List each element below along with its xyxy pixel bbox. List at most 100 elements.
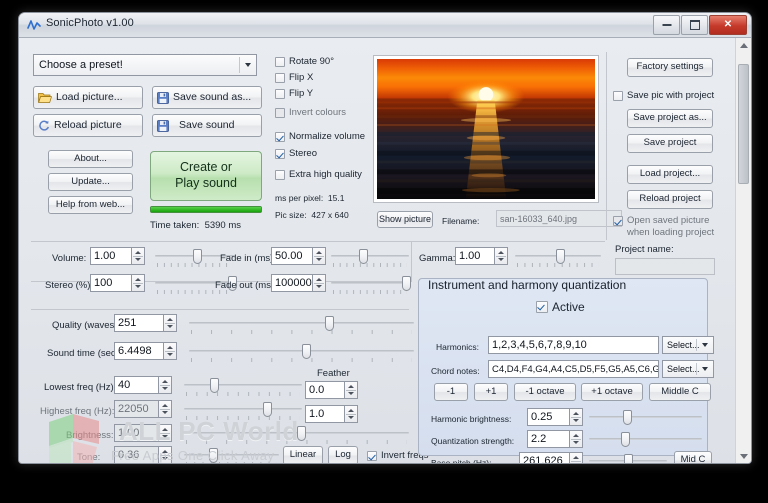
maximize-button[interactable] <box>681 15 708 35</box>
checkbox-open-saved-picture[interactable]: Open saved picture when loading project <box>613 215 717 238</box>
highest-freq-stepper[interactable] <box>159 400 172 418</box>
stereo-input[interactable]: 100 <box>90 274 132 292</box>
fade-in-stepper[interactable] <box>313 247 326 265</box>
harmonics-input[interactable]: 1,2,3,4,5,6,7,8,9,10 <box>488 336 659 354</box>
load-project-button[interactable]: Load project... <box>627 165 713 184</box>
fade-in-input[interactable]: 50.00 <box>271 247 313 265</box>
window-controls: ✕ <box>653 15 747 35</box>
feather-top-input[interactable]: 0.0 <box>305 381 345 399</box>
reload-picture-button[interactable]: Reload picture <box>33 114 143 137</box>
linear-label: Linear <box>290 450 316 461</box>
save-project-as-button[interactable]: Save project as... <box>627 109 713 128</box>
harmonic-brightness-stepper[interactable] <box>570 408 583 426</box>
tone-slider[interactable] <box>184 447 279 464</box>
factory-settings-button[interactable]: Factory settings <box>627 58 713 77</box>
save-sound-button[interactable]: Save sound <box>152 114 262 137</box>
progress-bar <box>150 206 262 213</box>
folder-open-icon <box>38 92 52 104</box>
plus-1-octave-button[interactable]: +1 octave <box>581 383 643 401</box>
vertical-scrollbar[interactable] <box>735 38 751 464</box>
scroll-up-arrow-icon <box>740 43 748 48</box>
stereo-stepper[interactable] <box>132 274 145 292</box>
minimize-button[interactable] <box>653 15 680 35</box>
quality-input[interactable]: 251 <box>114 314 164 332</box>
brightness-slider[interactable] <box>184 425 409 445</box>
checkbox-invert-colours[interactable]: Invert colours <box>275 107 346 118</box>
lowest-freq-stepper[interactable] <box>159 376 172 394</box>
load-picture-button[interactable]: Load picture... <box>33 86 143 109</box>
help-from-web-button[interactable]: Help from web... <box>48 196 133 214</box>
quantization-strength-slider[interactable] <box>589 431 702 451</box>
checkbox-extra-high-quality[interactable]: Extra high quality <box>275 169 362 180</box>
volume-input[interactable]: 1.00 <box>90 247 132 265</box>
checkbox-save-pic-with-project[interactable]: Save pic with project <box>613 90 714 101</box>
save-sound-as-button[interactable]: Save sound as... <box>152 86 262 109</box>
quality-stepper[interactable] <box>164 314 177 332</box>
tone-stepper[interactable] <box>159 446 172 464</box>
sound-time-input[interactable]: 6.4498 <box>114 342 164 360</box>
about-button[interactable]: About... <box>48 150 133 168</box>
reload-project-button[interactable]: Reload project <box>627 190 713 209</box>
gamma-slider[interactable] <box>515 248 601 268</box>
checkbox-flip-x[interactable]: Flip X <box>275 72 313 83</box>
gamma-stepper[interactable] <box>495 247 508 265</box>
preset-combobox[interactable]: Choose a preset! <box>33 54 257 76</box>
highest-freq-input[interactable]: 22050 <box>114 400 159 418</box>
lowest-freq-slider[interactable] <box>184 377 302 397</box>
checkbox-active[interactable]: Active <box>536 300 585 314</box>
lowest-freq-input[interactable]: 40 <box>114 376 159 394</box>
brightness-input[interactable]: 1.00 <box>114 424 159 442</box>
checkbox-stereo[interactable]: Stereo <box>275 148 317 159</box>
sound-time-stepper[interactable] <box>164 342 177 360</box>
log-button[interactable]: Log <box>328 446 358 464</box>
base-pitch-input[interactable]: 261.626 <box>519 452 570 464</box>
base-pitch-slider[interactable] <box>589 453 667 464</box>
harmonics-select-combobox[interactable]: Select... <box>662 336 714 354</box>
octave-minus-1-button[interactable]: -1 <box>434 383 468 401</box>
harmonic-brightness-input[interactable]: 0.25 <box>527 408 570 426</box>
feather-top-stepper[interactable] <box>345 381 358 399</box>
update-button[interactable]: Update... <box>48 173 133 191</box>
quantization-strength-stepper[interactable] <box>570 430 583 448</box>
quality-slider[interactable] <box>189 315 414 335</box>
filename-value: san-16033_640.jpg <box>496 210 622 227</box>
title-bar[interactable]: SonicPhoto v1.00 ✕ <box>19 13 751 38</box>
show-picture-button[interactable]: Show picture <box>377 211 433 228</box>
feather-bottom-input[interactable]: 1.0 <box>305 405 345 423</box>
quantization-strength-input[interactable]: 2.2 <box>527 430 570 448</box>
tone-input[interactable]: 0.36 <box>114 446 159 464</box>
octave-plus-1-button[interactable]: +1 <box>474 383 508 401</box>
sound-time-slider[interactable] <box>189 343 414 363</box>
scroll-down-arrow-icon <box>740 454 748 459</box>
scrollbar-thumb[interactable] <box>738 64 749 184</box>
feather-bottom-stepper[interactable] <box>345 405 358 423</box>
linear-button[interactable]: Linear <box>283 446 323 464</box>
fade-in-slider[interactable] <box>331 248 409 268</box>
checkbox-normalize-volume[interactable]: Normalize volume <box>275 131 365 142</box>
mid-c-button[interactable]: Mid C <box>674 451 712 464</box>
chord-notes-select-combobox[interactable]: Select... <box>662 360 714 378</box>
gamma-input[interactable]: 1.00 <box>455 247 495 265</box>
divider-4 <box>411 242 412 282</box>
checkbox-rotate-90[interactable]: Rotate 90° <box>275 56 334 67</box>
highest-freq-slider[interactable] <box>184 401 302 421</box>
project-name-input[interactable] <box>615 258 715 275</box>
save-project-button[interactable]: Save project <box>627 134 713 153</box>
volume-stepper[interactable] <box>132 247 145 265</box>
picture-preview[interactable] <box>373 55 599 203</box>
close-button[interactable]: ✕ <box>709 15 747 35</box>
middle-c-button[interactable]: Middle C <box>649 383 711 401</box>
fade-out-stepper[interactable] <box>313 274 326 292</box>
instrument-group-title: Instrument and harmony quantization <box>428 278 626 292</box>
help-from-web-label: Help from web... <box>56 200 125 211</box>
brightness-stepper[interactable] <box>159 424 172 442</box>
base-pitch-label: Base pitch (Hz): <box>431 458 491 464</box>
checkbox-flip-y[interactable]: Flip Y <box>275 88 313 99</box>
fade-out-input[interactable]: 100000 <box>271 274 313 292</box>
create-or-play-sound-button[interactable]: Create or Play sound <box>150 151 262 201</box>
harmonic-brightness-slider[interactable] <box>589 409 702 429</box>
fade-out-slider[interactable] <box>331 275 409 295</box>
minus-1-octave-button[interactable]: -1 octave <box>514 383 576 401</box>
base-pitch-stepper[interactable] <box>570 452 583 464</box>
chord-notes-input[interactable]: C4,D4,F4,G4,A4,C5,D5,F5,G5,A5,C6,G <box>488 360 659 378</box>
